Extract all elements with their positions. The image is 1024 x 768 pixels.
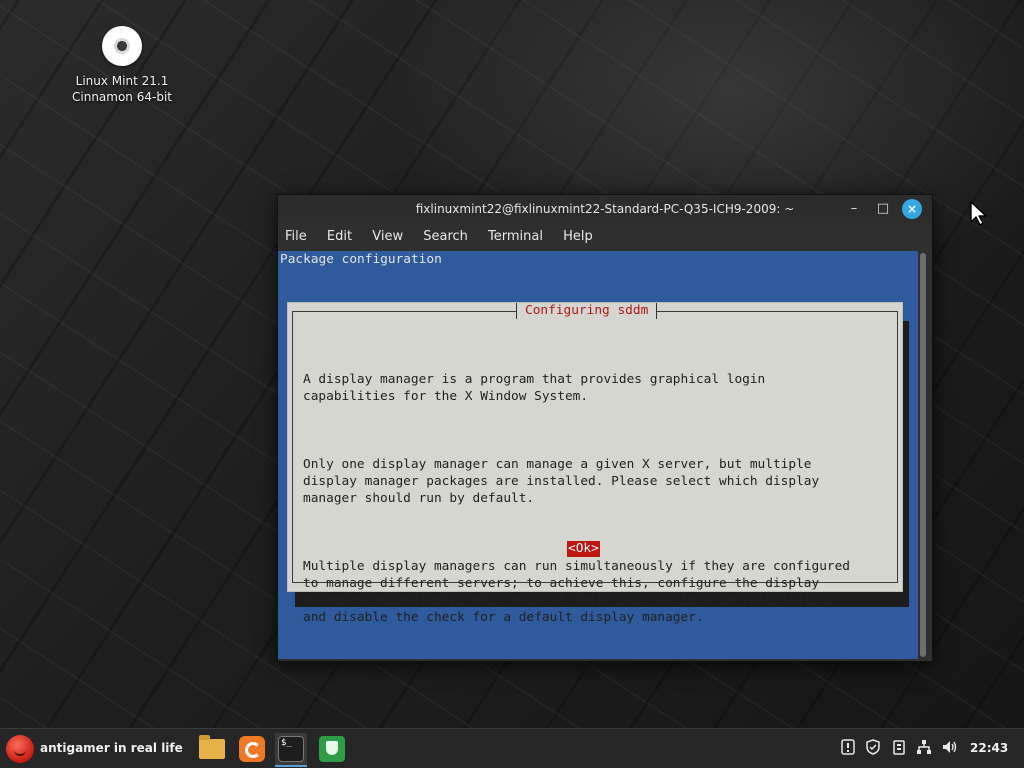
folder-icon	[199, 735, 225, 759]
network-icon[interactable]	[914, 739, 934, 759]
menu-edit[interactable]: Edit	[319, 223, 360, 244]
ok-button[interactable]: <Ok>	[567, 541, 600, 557]
terminal-window[interactable]: fixlinuxmint22@fixlinuxmint22-Standard-P…	[277, 194, 933, 662]
desktop-icon-linux-mint[interactable]: Linux Mint 21.1 Cinnamon 64-bit	[62, 24, 182, 105]
minimize-button[interactable]: –	[844, 199, 864, 219]
close-button[interactable]: ×	[902, 199, 922, 219]
firefox-icon	[239, 736, 265, 762]
taskbar-firefox-button[interactable]	[236, 733, 268, 765]
dialog-paragraph: Only one display manager can manage a gi…	[303, 457, 820, 506]
shield-icon	[319, 736, 345, 762]
configuration-dialog: Configuring sddm A display manager is a …	[287, 302, 903, 625]
terminal-icon: $_	[278, 736, 304, 762]
window-title: fixlinuxmint22@fixlinuxmint22-Standard-P…	[415, 202, 795, 216]
menu-view[interactable]: View	[364, 223, 411, 244]
dialog-paragraph: A display manager is a program that prov…	[303, 372, 766, 404]
clock[interactable]: 22:43	[970, 741, 1008, 755]
disc-icon	[102, 26, 142, 66]
dialog-title: Configuring sddm	[516, 303, 658, 319]
taskbar-terminal-button[interactable]: $_	[275, 733, 307, 767]
security-icon[interactable]	[863, 739, 883, 759]
dialog-body: A display manager is a program that prov…	[303, 337, 893, 659]
menu-search[interactable]: Search	[415, 223, 476, 244]
window-titlebar[interactable]: fixlinuxmint22@fixlinuxmint22-Standard-P…	[278, 195, 932, 223]
mouse-cursor-icon	[970, 201, 987, 226]
dialog-paragraph: Multiple display managers can run simult…	[303, 559, 851, 625]
menu-terminal[interactable]: Terminal	[480, 223, 551, 244]
desktop-icon-label-line1: Linux Mint 21.1	[75, 74, 169, 88]
notification-icon[interactable]	[838, 739, 858, 759]
menu-help[interactable]: Help	[555, 223, 601, 244]
start-menu-label: antigamer in real life	[40, 741, 183, 755]
desktop: Linux Mint 21.1 Cinnamon 64-bit fixlinux…	[0, 0, 1024, 768]
menu-bar: File Edit View Search Terminal Help	[278, 223, 932, 251]
volume-icon[interactable]	[940, 739, 960, 759]
taskbar-shield-button[interactable]	[316, 733, 348, 765]
menu-file[interactable]: File	[278, 223, 315, 244]
menu-logo-icon	[6, 735, 34, 763]
maximize-button[interactable]: □	[873, 199, 893, 219]
terminal-content[interactable]: Package configuration Configuring sddm A…	[278, 251, 918, 659]
taskbar-files-button[interactable]	[196, 733, 228, 765]
taskbar: antigamer in real life $_ 22:43	[0, 728, 1024, 768]
clipboard-icon[interactable]	[889, 739, 909, 759]
desktop-icon-label-line2: Cinnamon 64-bit	[72, 90, 172, 104]
scrollbar[interactable]	[920, 253, 926, 657]
package-configuration-header: Package configuration	[280, 252, 442, 267]
